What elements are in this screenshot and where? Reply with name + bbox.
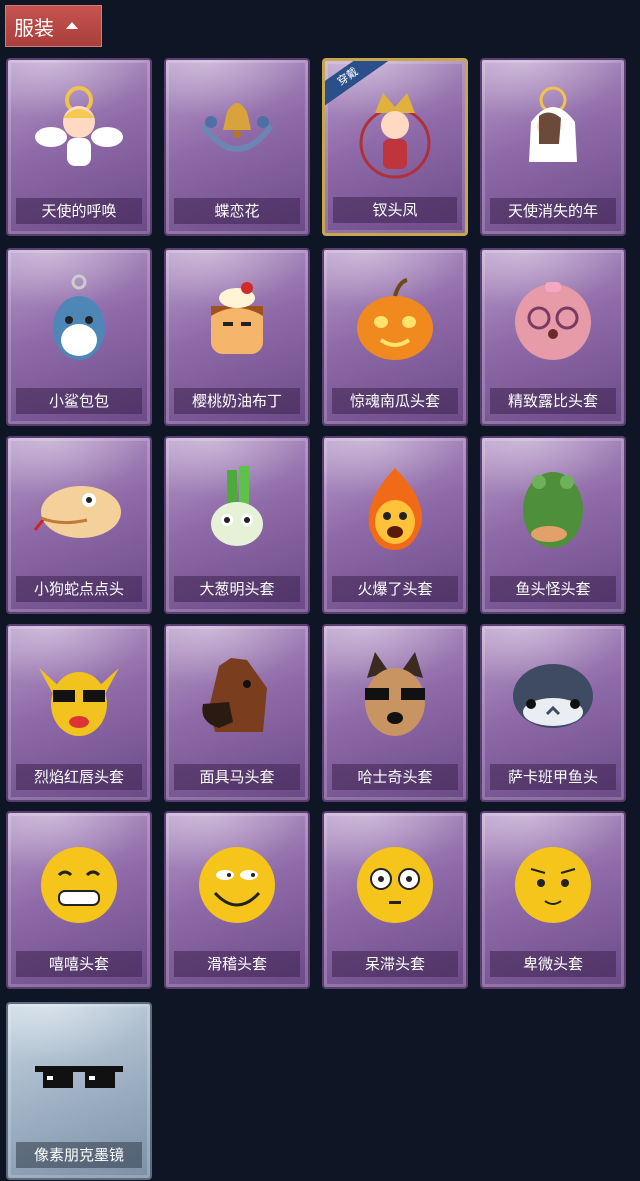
costume-card[interactable]: 精致露比头套 (480, 248, 626, 426)
veiled-angel-icon (505, 82, 601, 178)
scallion-head-icon (189, 460, 285, 556)
phoenix-crown-figure-icon (347, 83, 443, 179)
angel-figure-icon (31, 82, 127, 178)
costume-card[interactable]: 烈焰红唇头套 (6, 624, 152, 802)
costume-name: 嘻嘻头套 (16, 951, 142, 977)
costume-card[interactable]: 惊魂南瓜头套 (322, 248, 468, 426)
costume-name: 天使的呼唤 (16, 198, 142, 224)
costume-card[interactable]: 大葱明头套 (164, 436, 310, 614)
costume-card[interactable]: 樱桃奶油布丁 (164, 248, 310, 426)
section-title: 服装 (14, 15, 54, 40)
snake-head-icon (31, 460, 127, 556)
costume-name: 哈士奇头套 (332, 764, 458, 790)
pixel-sunglasses-icon (31, 1026, 127, 1122)
costume-name: 鱼头怪头套 (490, 576, 616, 602)
bell-wreath-icon (189, 82, 285, 178)
costume-card[interactable]: 嘻嘻头套 (6, 811, 152, 989)
costume-card[interactable]: 萨卡班甲鱼头 (480, 624, 626, 802)
costume-card[interactable]: 面具马头套 (164, 624, 310, 802)
costume-name: 烈焰红唇头套 (16, 764, 142, 790)
costume-name: 呆滞头套 (332, 951, 458, 977)
costume-card[interactable]: 小狗蛇点点头 (6, 436, 152, 614)
pumpkin-head-icon (347, 272, 443, 368)
chevron-up-icon (66, 21, 78, 29)
horse-head-icon (189, 648, 285, 744)
pudding-head-icon (189, 272, 285, 368)
costume-card[interactable]: 滑稽头套 (164, 811, 310, 989)
costume-name: 滑稽头套 (174, 951, 300, 977)
costume-card[interactable]: 鱼头怪头套 (480, 436, 626, 614)
costume-name: 卑微头套 (490, 951, 616, 977)
husky-sunglasses-icon (347, 648, 443, 744)
costume-card[interactable]: 卑微头套 (480, 811, 626, 989)
costume-card[interactable]: 天使消失的年 (480, 58, 626, 236)
costume-card[interactable]: 像素朋克墨镜 (6, 1002, 152, 1180)
costume-name: 面具马头套 (174, 764, 300, 790)
costume-card[interactable]: 穿戴 钗头凤 (322, 58, 468, 236)
costume-name: 蝶恋花 (174, 198, 300, 224)
grin-emoji-head-icon (31, 835, 127, 931)
fish-head-icon (505, 460, 601, 556)
humble-emoji-head-icon (505, 835, 601, 931)
costume-name: 萨卡班甲鱼头 (490, 764, 616, 790)
costume-name: 像素朋克墨镜 (16, 1142, 142, 1168)
fire-head-icon (347, 460, 443, 556)
yellow-mouse-sunglasses-icon (31, 648, 127, 744)
costume-name: 精致露比头套 (490, 388, 616, 414)
costume-name: 大葱明头套 (174, 576, 300, 602)
costume-name: 钗头凤 (333, 197, 457, 223)
costume-name: 惊魂南瓜头套 (332, 388, 458, 414)
costume-grid: 天使的呼唤 蝶恋花 穿戴 钗头凤 天使消失的年小鲨包包 樱桃奶油布丁 惊魂南瓜头套 精致露比头… (6, 58, 634, 1181)
costume-card[interactable]: 呆滞头套 (322, 811, 468, 989)
costume-name: 火爆了头套 (332, 576, 458, 602)
costume-card[interactable]: 蝶恋花 (164, 58, 310, 236)
costume-card[interactable]: 哈士奇头套 (322, 624, 468, 802)
costume-card[interactable]: 天使的呼唤 (6, 58, 152, 236)
shark-bag-icon (31, 272, 127, 368)
dazed-emoji-head-icon (347, 835, 443, 931)
costume-card[interactable]: 小鲨包包 (6, 248, 152, 426)
sacabambaspis-head-icon (505, 648, 601, 744)
costume-name: 樱桃奶油布丁 (174, 388, 300, 414)
funny-emoji-head-icon (189, 835, 285, 931)
costume-section-toggle[interactable]: 服装 (5, 5, 102, 47)
costume-name: 小鲨包包 (16, 388, 142, 414)
pink-beaver-head-icon (505, 272, 601, 368)
costume-card[interactable]: 火爆了头套 (322, 436, 468, 614)
costume-name: 天使消失的年 (490, 198, 616, 224)
costume-name: 小狗蛇点点头 (16, 576, 142, 602)
